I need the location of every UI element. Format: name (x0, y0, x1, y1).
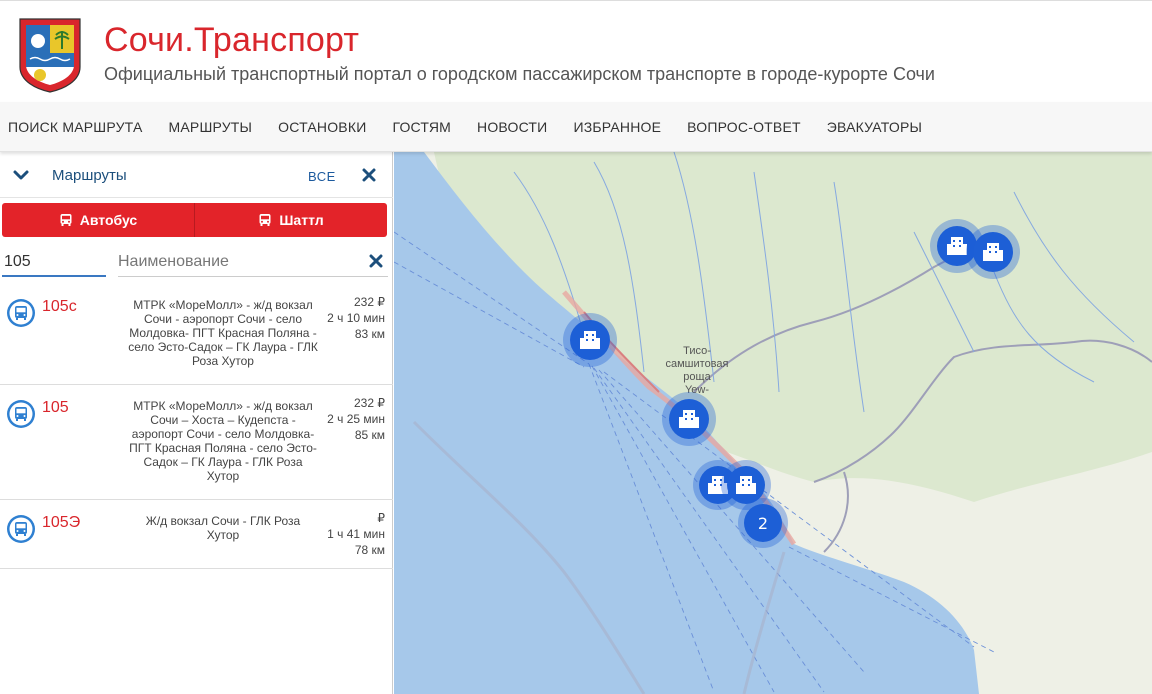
stop-cluster-marker[interactable] (662, 392, 716, 446)
route-meta: 232 ₽ 2 ч 10 мин 83 км (327, 294, 385, 342)
route-list-item[interactable]: 105Э Ж/д вокзал Сочи - ГЛК Роза Хутор ₽ … (0, 500, 393, 569)
map-canvas[interactable]: Тисо- самшитовая роща Yew- 2 (394, 152, 1152, 694)
map-label: роща (683, 371, 711, 383)
bus-icon (60, 214, 72, 226)
main-nav: ПОИСК МАРШРУТА МАРШРУТЫ ОСТАНОВКИ ГОСТЯМ… (0, 102, 1152, 152)
nav-item-faq[interactable]: ВОПРОС-ОТВЕТ (687, 119, 801, 135)
route-number: 105 (42, 399, 69, 416)
app-root: Сочи.Транспорт Официальный транспортный … (0, 0, 1152, 694)
site-header: Сочи.Транспорт Официальный транспортный … (0, 0, 1152, 102)
route-meta: ₽ 1 ч 41 мин 78 км (327, 510, 385, 558)
routes-sidebar: Маршруты ВСЕ Автобус Шаттл 105 Наименова… (0, 152, 393, 694)
sochi-coat-of-arms-logo[interactable] (18, 17, 82, 93)
bus-route-icon (7, 299, 35, 327)
bus-route-icon (7, 515, 35, 543)
chevron-down-icon[interactable] (12, 166, 30, 184)
nav-item-stops[interactable]: ОСТАНОВКИ (278, 119, 366, 135)
shuttle-type-button[interactable]: Шаттл (194, 203, 387, 237)
route-description: Ж/д вокзал Сочи - ГЛК Роза Хутор (145, 514, 301, 542)
route-meta: 232 ₽ 2 ч 25 мин 85 км (327, 395, 385, 443)
map-label: Тисо- (683, 345, 711, 357)
route-description: МТРК «МореМолл» - ж/д вокзал Сочи – Хост… (129, 399, 317, 483)
route-filter (0, 244, 393, 280)
site-subtitle: Официальный транспортный портал о городс… (104, 64, 935, 84)
stop-cluster-marker[interactable] (966, 225, 1020, 279)
route-number: 105с (42, 298, 77, 315)
bus-route-icon (7, 400, 35, 428)
nav-item-route-search[interactable]: ПОИСК МАРШРУТА (8, 119, 143, 135)
nav-item-routes[interactable]: МАРШРУТЫ (169, 119, 253, 135)
route-number: 105Э (42, 514, 81, 531)
route-price: ₽ (377, 511, 385, 525)
nav-item-tow-trucks[interactable]: ЭВАКУАТОРЫ (827, 119, 922, 135)
route-list-item[interactable]: 105 МТРК «МореМолл» - ж/д вокзал Сочи – … (0, 385, 393, 500)
route-price: 232 ₽ (354, 396, 385, 410)
route-list: 105с МТРК «МореМолл» - ж/д вокзал Сочи -… (0, 284, 393, 569)
route-map[interactable]: Тисо- самшитовая роща Yew- 2 (394, 152, 1152, 694)
nav-item-news[interactable]: НОВОСТИ (477, 119, 547, 135)
cluster-count: 2 (758, 514, 768, 533)
route-distance: 83 км (354, 327, 385, 341)
route-duration: 2 ч 10 мин (327, 311, 385, 325)
route-number-input[interactable] (2, 244, 106, 277)
stop-cluster-marker[interactable] (563, 313, 617, 367)
route-list-item[interactable]: 105с МТРК «МореМолл» - ж/д вокзал Сочи -… (0, 284, 393, 385)
clear-filter-icon[interactable] (369, 254, 383, 268)
shuttle-icon (259, 214, 271, 226)
route-distance: 85 км (354, 428, 385, 442)
bus-type-button[interactable]: Автобус (2, 203, 194, 237)
route-description: МТРК «МореМолл» - ж/д вокзал Сочи - аэро… (128, 298, 318, 368)
map-label: самшитовая (666, 358, 729, 370)
transport-type-toggle: Автобус Шаттл (2, 203, 387, 237)
shuttle-type-label: Шаттл (279, 212, 324, 228)
bus-type-label: Автобус (79, 212, 138, 228)
route-duration: 2 ч 25 мин (327, 412, 385, 426)
close-panel-icon[interactable] (361, 167, 377, 183)
site-title[interactable]: Сочи.Транспорт (104, 21, 359, 60)
route-duration: 1 ч 41 мин (327, 527, 385, 541)
routes-panel-title: Маршруты (52, 167, 127, 184)
route-name-input[interactable] (118, 244, 388, 277)
nav-item-guests[interactable]: ГОСТЯМ (392, 119, 451, 135)
routes-panel-header: Маршруты ВСЕ (0, 152, 393, 198)
nav-item-favorites[interactable]: ИЗБРАННОЕ (573, 119, 661, 135)
show-all-link[interactable]: ВСЕ (308, 169, 336, 184)
stop-cluster-count-marker[interactable]: 2 (738, 498, 788, 548)
route-distance: 78 км (354, 543, 385, 557)
route-price: 232 ₽ (354, 295, 385, 309)
